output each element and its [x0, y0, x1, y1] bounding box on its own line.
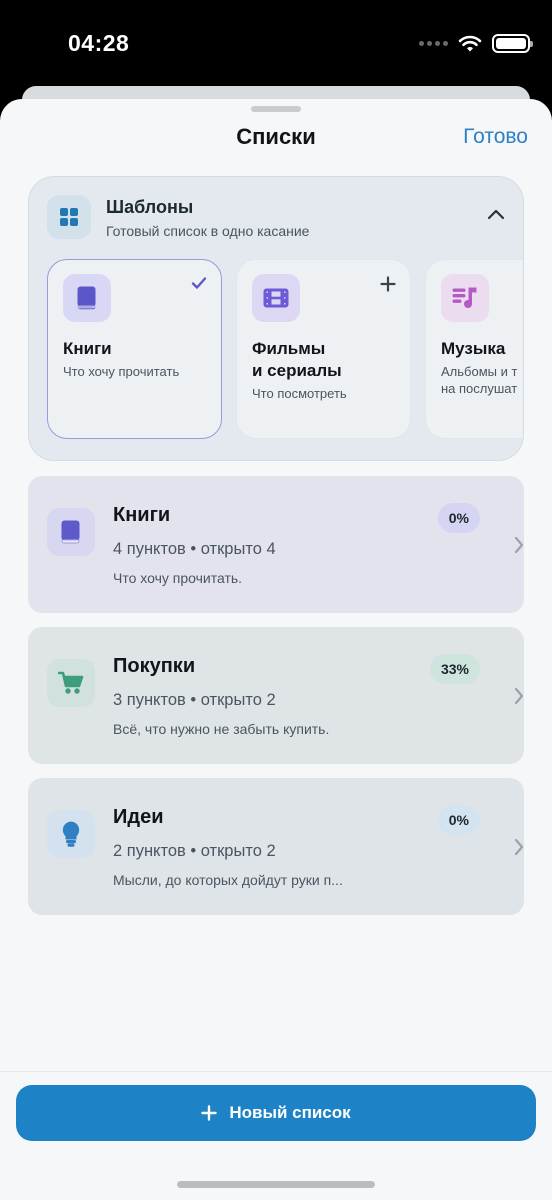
template-description: Альбомы и т на послушат [441, 364, 518, 396]
templates-subtitle: Готовый список в одно касание [106, 223, 310, 239]
lists-sheet: Списки Готово Шаблоны Готовый список в о… [0, 99, 552, 1200]
progress-badge: 0% [437, 503, 480, 533]
list-meta: 4 пунктов • открыто 4 [113, 540, 276, 558]
list-icon-bg [47, 659, 95, 707]
bottom-bar: Новый список [0, 1071, 552, 1200]
template-card-music[interactable]: Музыка Альбомы и т на послушат [425, 259, 523, 439]
new-list-label: Новый список [229, 1103, 351, 1122]
chevron-right-icon [514, 687, 524, 710]
list-name: Покупки [113, 655, 196, 677]
checkmark-icon [191, 276, 207, 295]
progress-badge: 0% [437, 805, 480, 835]
battery-icon [492, 34, 533, 53]
home-indicator[interactable] [177, 1181, 375, 1188]
template-card-books[interactable]: Книги Что хочу прочитать [47, 259, 222, 439]
template-description: Что хочу прочитать [63, 364, 180, 379]
status-time: 04:28 [68, 30, 130, 56]
list-card-books[interactable]: Книги 4 пунктов • открыто 4 Что хочу про… [28, 476, 524, 613]
chevron-up-icon[interactable] [487, 207, 505, 225]
status-bar: 04:28 [0, 0, 552, 90]
sheet-grabber[interactable] [251, 106, 301, 112]
wifi-icon [458, 35, 482, 51]
list-description: Всё, что нужно не забыть купить. [113, 721, 330, 737]
template-card-films[interactable]: Фильмы и сериалы Что посмотреть [236, 259, 411, 439]
plus-icon [201, 1105, 218, 1121]
list-card-ideas[interactable]: Идеи 2 пунктов • открыто 2 Мысли, до кот… [28, 778, 524, 915]
templates-section: Шаблоны Готовый список в одно касание Кн… [28, 176, 524, 461]
cart-icon [58, 671, 84, 694]
cellular-signal-icon [419, 41, 448, 46]
list-name: Идеи [113, 806, 164, 828]
list-card-shopping[interactable]: Покупки 3 пунктов • открыто 2 Всё, что н… [28, 627, 524, 764]
template-name: Музыка [441, 339, 506, 358]
template-icon-bg [63, 274, 111, 322]
list-description: Что хочу прочитать. [113, 570, 243, 586]
new-list-button[interactable]: Новый список [16, 1085, 536, 1141]
list-description: Мысли, до которых дойдут руки п... [113, 872, 343, 888]
template-name: Фильмы и сериалы [252, 339, 342, 380]
list-icon-bg [47, 810, 95, 858]
lightbulb-icon [62, 821, 80, 847]
book-icon [77, 286, 96, 310]
templates-title: Шаблоны [106, 197, 194, 217]
list-icon-bg [47, 508, 95, 556]
template-icon-bg [252, 274, 300, 322]
progress-badge: 33% [429, 654, 480, 684]
plus-icon[interactable] [380, 276, 396, 297]
template-icon-bg [441, 274, 489, 322]
chevron-right-icon [514, 536, 524, 559]
templates-carousel[interactable]: Книги Что хочу прочитать Фильмы и сериал… [47, 259, 523, 441]
chevron-right-icon [514, 838, 524, 861]
film-icon [263, 288, 289, 308]
list-meta: 3 пунктов • открыто 2 [113, 691, 276, 709]
music-icon [452, 287, 477, 309]
template-name: Книги [63, 339, 112, 358]
template-description: Что посмотреть [252, 386, 347, 401]
done-button[interactable]: Готово [463, 125, 528, 149]
status-icons [419, 34, 533, 53]
grid-icon [47, 195, 91, 239]
list-name: Книги [113, 504, 171, 526]
list-meta: 2 пунктов • открыто 2 [113, 842, 276, 860]
book-icon [61, 520, 80, 544]
